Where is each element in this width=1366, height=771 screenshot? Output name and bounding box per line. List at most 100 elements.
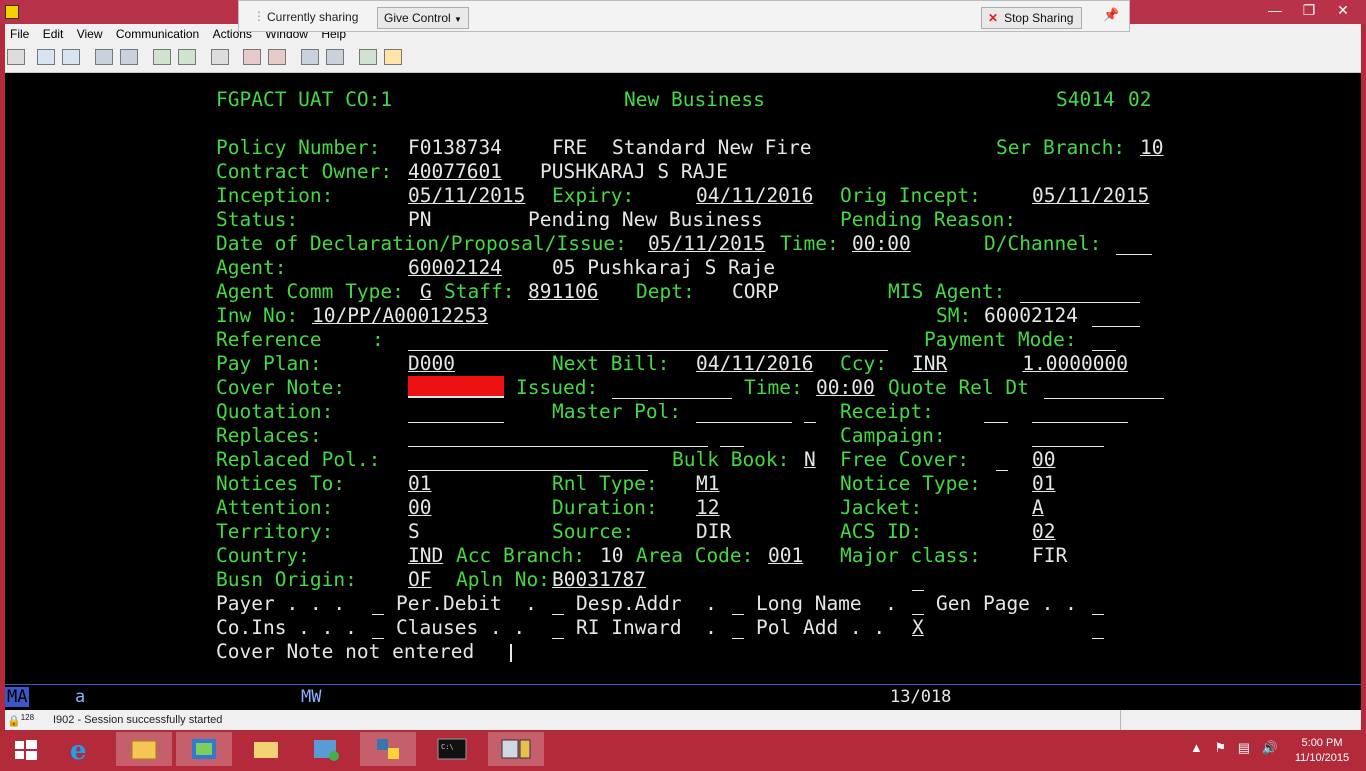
cover-note-time-field[interactable]: 00:00 (816, 376, 875, 400)
area-code-field[interactable]: 001 (768, 544, 803, 568)
flag-icon[interactable]: ⚑ (1215, 740, 1227, 755)
send-file-icon[interactable] (95, 49, 113, 65)
macro-edit-icon[interactable] (326, 49, 344, 65)
pin-icon[interactable]: 📌 (1103, 7, 1119, 23)
extra-option-field[interactable] (1092, 638, 1104, 639)
master-pol-field[interactable] (696, 422, 792, 423)
agent-comm-type-field[interactable]: G (420, 280, 432, 304)
desp-addr-option-field[interactable] (732, 614, 744, 615)
replaces-field[interactable] (408, 446, 708, 447)
gen-page-option-field[interactable] (1092, 614, 1104, 615)
minimize-icon[interactable]: — (1258, 2, 1292, 18)
master-pol-flag-field[interactable] (804, 422, 816, 423)
notices-to-field[interactable]: 01 (408, 472, 431, 496)
status-bar: 🔒128 I902 - Session successfully started (5, 710, 1361, 730)
paste-icon[interactable] (62, 49, 80, 65)
campaign-field[interactable] (1032, 446, 1104, 447)
reference-field[interactable] (408, 350, 888, 351)
long-name-option-field[interactable] (912, 614, 924, 615)
menu-edit[interactable]: Edit (38, 24, 69, 44)
orig-incept-field[interactable]: 05/11/2015 (1032, 184, 1149, 208)
ser-branch-field[interactable]: 10 (1140, 136, 1163, 160)
volume-icon[interactable]: 🔊 (1262, 740, 1278, 755)
menu-view[interactable]: View (72, 24, 108, 44)
staff-field[interactable]: 891106 (528, 280, 624, 304)
payer-option-field[interactable] (372, 614, 384, 615)
keyboard-map-icon[interactable] (178, 49, 196, 65)
next-bill-field[interactable]: 04/11/2016 (696, 352, 813, 376)
pol-add-option-field[interactable]: X (912, 616, 924, 640)
network-icon[interactable]: ▤ (1238, 740, 1250, 755)
copy-icon[interactable] (37, 49, 55, 65)
apln-no-field[interactable]: B0031787 (552, 568, 744, 592)
co-ins-option-field[interactable] (372, 638, 384, 639)
replaced-pol-field[interactable] (408, 470, 648, 471)
free-cover-flag-field[interactable] (996, 470, 1008, 471)
contract-owner-field[interactable]: 40077601 (408, 160, 528, 184)
busn-origin-field[interactable]: OF (408, 568, 431, 592)
mis-agent-field[interactable] (1020, 302, 1140, 303)
sm-field[interactable] (1092, 326, 1140, 327)
maximize-icon[interactable]: ❐ (1292, 2, 1326, 19)
notice-type-field[interactable]: 01 (1032, 472, 1055, 496)
close-icon[interactable]: ✕ (1326, 2, 1360, 19)
clock[interactable]: 5:00 PM 11/10/2015 (1292, 736, 1352, 766)
rnl-type-field[interactable]: M1 (696, 472, 719, 496)
menu-communication[interactable]: Communication (111, 24, 204, 44)
issued-field[interactable] (612, 398, 732, 399)
inception-field[interactable]: 05/11/2015 (408, 184, 525, 208)
menu-file[interactable]: File (5, 24, 34, 44)
agent-field[interactable]: 60002124 (408, 256, 528, 280)
help-icon[interactable] (384, 49, 402, 65)
duration-field[interactable]: 12 (696, 496, 719, 520)
give-control-dropdown[interactable]: Give Control ▼ (377, 7, 469, 29)
command-prompt-icon[interactable]: C:\ (424, 732, 480, 766)
session-icon[interactable] (211, 49, 229, 65)
quote-rel-dt-field[interactable] (1044, 398, 1164, 399)
ccy-field[interactable]: INR (912, 352, 947, 376)
grip-icon[interactable]: ⋮ (253, 9, 265, 23)
print-screen-icon[interactable] (7, 49, 25, 65)
exchange-rate-field[interactable]: 1.0000000 (972, 352, 1128, 376)
inw-no-field[interactable]: 10/PP/A00012253 (312, 304, 792, 328)
payment-mode-field[interactable] (1092, 350, 1116, 351)
paint-app-icon[interactable] (176, 732, 232, 766)
terminal-emulator-icon[interactable] (488, 732, 544, 766)
system-tray[interactable]: ▲ ⚑ ▤ 🔊 (1190, 740, 1278, 756)
expiry-field[interactable]: 04/11/2016 (696, 184, 813, 208)
declaration-time-field[interactable]: 00:00 (852, 232, 972, 256)
macro-stop-icon[interactable] (268, 49, 286, 65)
terminal-screen[interactable]: FGPACT UAT CO:1 New Business S4014 02 Po… (5, 73, 1361, 684)
receipt-field[interactable] (1032, 422, 1128, 423)
globe-icon[interactable] (359, 49, 377, 65)
network-app-icon[interactable] (298, 732, 354, 766)
receive-file-icon[interactable] (120, 49, 138, 65)
declaration-date-field[interactable]: 05/11/2015 (648, 232, 765, 256)
quotation-field[interactable] (408, 422, 504, 423)
show-hidden-icons-icon[interactable]: ▲ (1190, 740, 1203, 755)
macro-play-icon[interactable] (301, 49, 319, 65)
per-debit-option-field[interactable] (552, 614, 564, 615)
receipt-type-field[interactable] (984, 422, 1008, 423)
attention-field[interactable]: 00 (408, 496, 431, 520)
internet-explorer-icon[interactable]: e (54, 732, 110, 766)
replaces-flag-field[interactable] (720, 446, 744, 447)
folder-icon[interactable] (238, 732, 294, 766)
python-icon[interactable] (360, 732, 416, 766)
start-button[interactable] (0, 732, 52, 766)
busn-flag-field[interactable] (912, 590, 924, 591)
ri-inward-option-field[interactable] (732, 638, 744, 639)
display-icon[interactable] (153, 49, 171, 65)
country-field[interactable]: IND (408, 544, 443, 568)
bulk-book-field[interactable]: N (804, 448, 816, 472)
cover-note-field[interactable] (408, 376, 504, 398)
file-explorer-icon[interactable] (116, 732, 172, 766)
free-cover-field[interactable]: 00 (1032, 448, 1055, 472)
jacket-field[interactable]: A (1032, 496, 1128, 520)
stop-sharing-button[interactable]: ✕ Stop Sharing (981, 7, 1083, 29)
macro-record-icon[interactable] (243, 49, 261, 65)
pay-plan-field[interactable]: D000 (408, 352, 480, 376)
d-channel-field[interactable] (1116, 254, 1152, 255)
acs-id-field[interactable]: 02 (1032, 520, 1055, 544)
clauses-option-field[interactable] (552, 638, 564, 639)
